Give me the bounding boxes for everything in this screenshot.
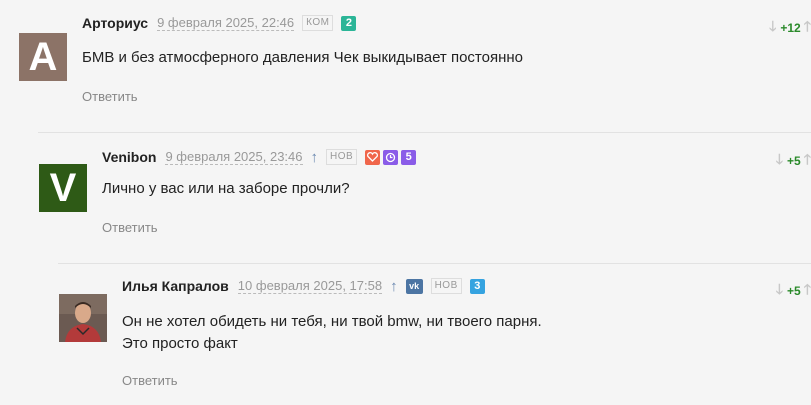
upvote-icon[interactable]: 🡑 <box>804 149 811 173</box>
comment-text-line: Он не хотел обидеть ни тебя, ни твой bmw… <box>122 313 542 330</box>
reply-button[interactable]: Ответить <box>122 373 178 388</box>
avatar[interactable] <box>59 294 107 342</box>
vote-widget: 🡓 +5 🡑 <box>776 279 811 303</box>
vote-widget: 🡓 +12 🡑 <box>769 16 811 40</box>
level-badge: 3 <box>469 278 485 294</box>
comment: A Арториус 9 февраля 2025, 22:46 КОМ 2 Б… <box>0 0 811 125</box>
comment-text-line: Лично у вас или на заборе прочли? <box>102 180 350 197</box>
downvote-icon[interactable]: 🡓 <box>769 16 776 40</box>
author-name[interactable]: Арториус <box>82 15 148 31</box>
downvote-icon[interactable]: 🡓 <box>776 279 783 303</box>
vote-score: +12 <box>780 21 801 35</box>
comment-date[interactable]: 10 февраля 2025, 17:58 <box>237 278 383 294</box>
clock-badge-icon <box>383 149 399 165</box>
vote-score: +5 <box>787 284 801 298</box>
comment-text: Лично у вас или на заборе прочли? <box>102 178 350 200</box>
comment-date[interactable]: 9 февраля 2025, 23:46 <box>165 149 303 165</box>
comment-text-line: БМВ и без атмосферного давления Чек выки… <box>82 49 524 66</box>
reply-button[interactable]: Ответить <box>82 89 138 104</box>
status-tag: КОМ <box>302 15 334 31</box>
comment: V Venibon 9 февраля 2025, 23:46 ↑ НОВ 5 … <box>38 132 811 252</box>
heart-badge-icon <box>365 149 381 165</box>
vote-widget: 🡓 +5 🡑 <box>776 149 811 173</box>
upvote-icon[interactable]: 🡑 <box>804 16 811 40</box>
upvote-icon[interactable]: 🡑 <box>804 279 811 303</box>
comment-text-line: Это просто факт <box>122 335 238 352</box>
parent-link-icon[interactable]: ↑ <box>390 278 398 295</box>
comment-header: Venibon 9 февраля 2025, 23:46 ↑ НОВ 5 <box>102 148 419 166</box>
author-name[interactable]: Илья Капралов <box>122 278 229 294</box>
comment-header: Илья Капралов 10 февраля 2025, 17:58 ↑ v… <box>122 277 488 295</box>
comment-date[interactable]: 9 февраля 2025, 22:46 <box>157 15 295 31</box>
avatar[interactable]: V <box>39 164 87 212</box>
downvote-icon[interactable]: 🡓 <box>776 149 783 173</box>
comment-text: БМВ и без атмосферного давления Чек выки… <box>82 47 523 69</box>
comment-text: Он не хотел обидеть ни тебя, ни твой bmw… <box>122 311 542 355</box>
parent-link-icon[interactable]: ↑ <box>311 149 319 166</box>
author-name[interactable]: Venibon <box>102 149 156 165</box>
vk-icon: vk <box>405 278 423 294</box>
level-badge: 5 <box>401 149 417 165</box>
avatar[interactable]: A <box>19 33 67 81</box>
status-tag: НОВ <box>430 278 462 294</box>
user-photo-icon <box>59 294 107 342</box>
comment-header: Арториус 9 февраля 2025, 22:46 КОМ 2 <box>82 14 359 32</box>
level-badge: 2 <box>341 15 357 31</box>
vote-score: +5 <box>787 154 801 168</box>
status-tag: НОВ <box>326 149 358 165</box>
comment: Илья Капралов 10 февраля 2025, 17:58 ↑ v… <box>58 263 811 405</box>
reply-button[interactable]: Ответить <box>102 220 158 235</box>
